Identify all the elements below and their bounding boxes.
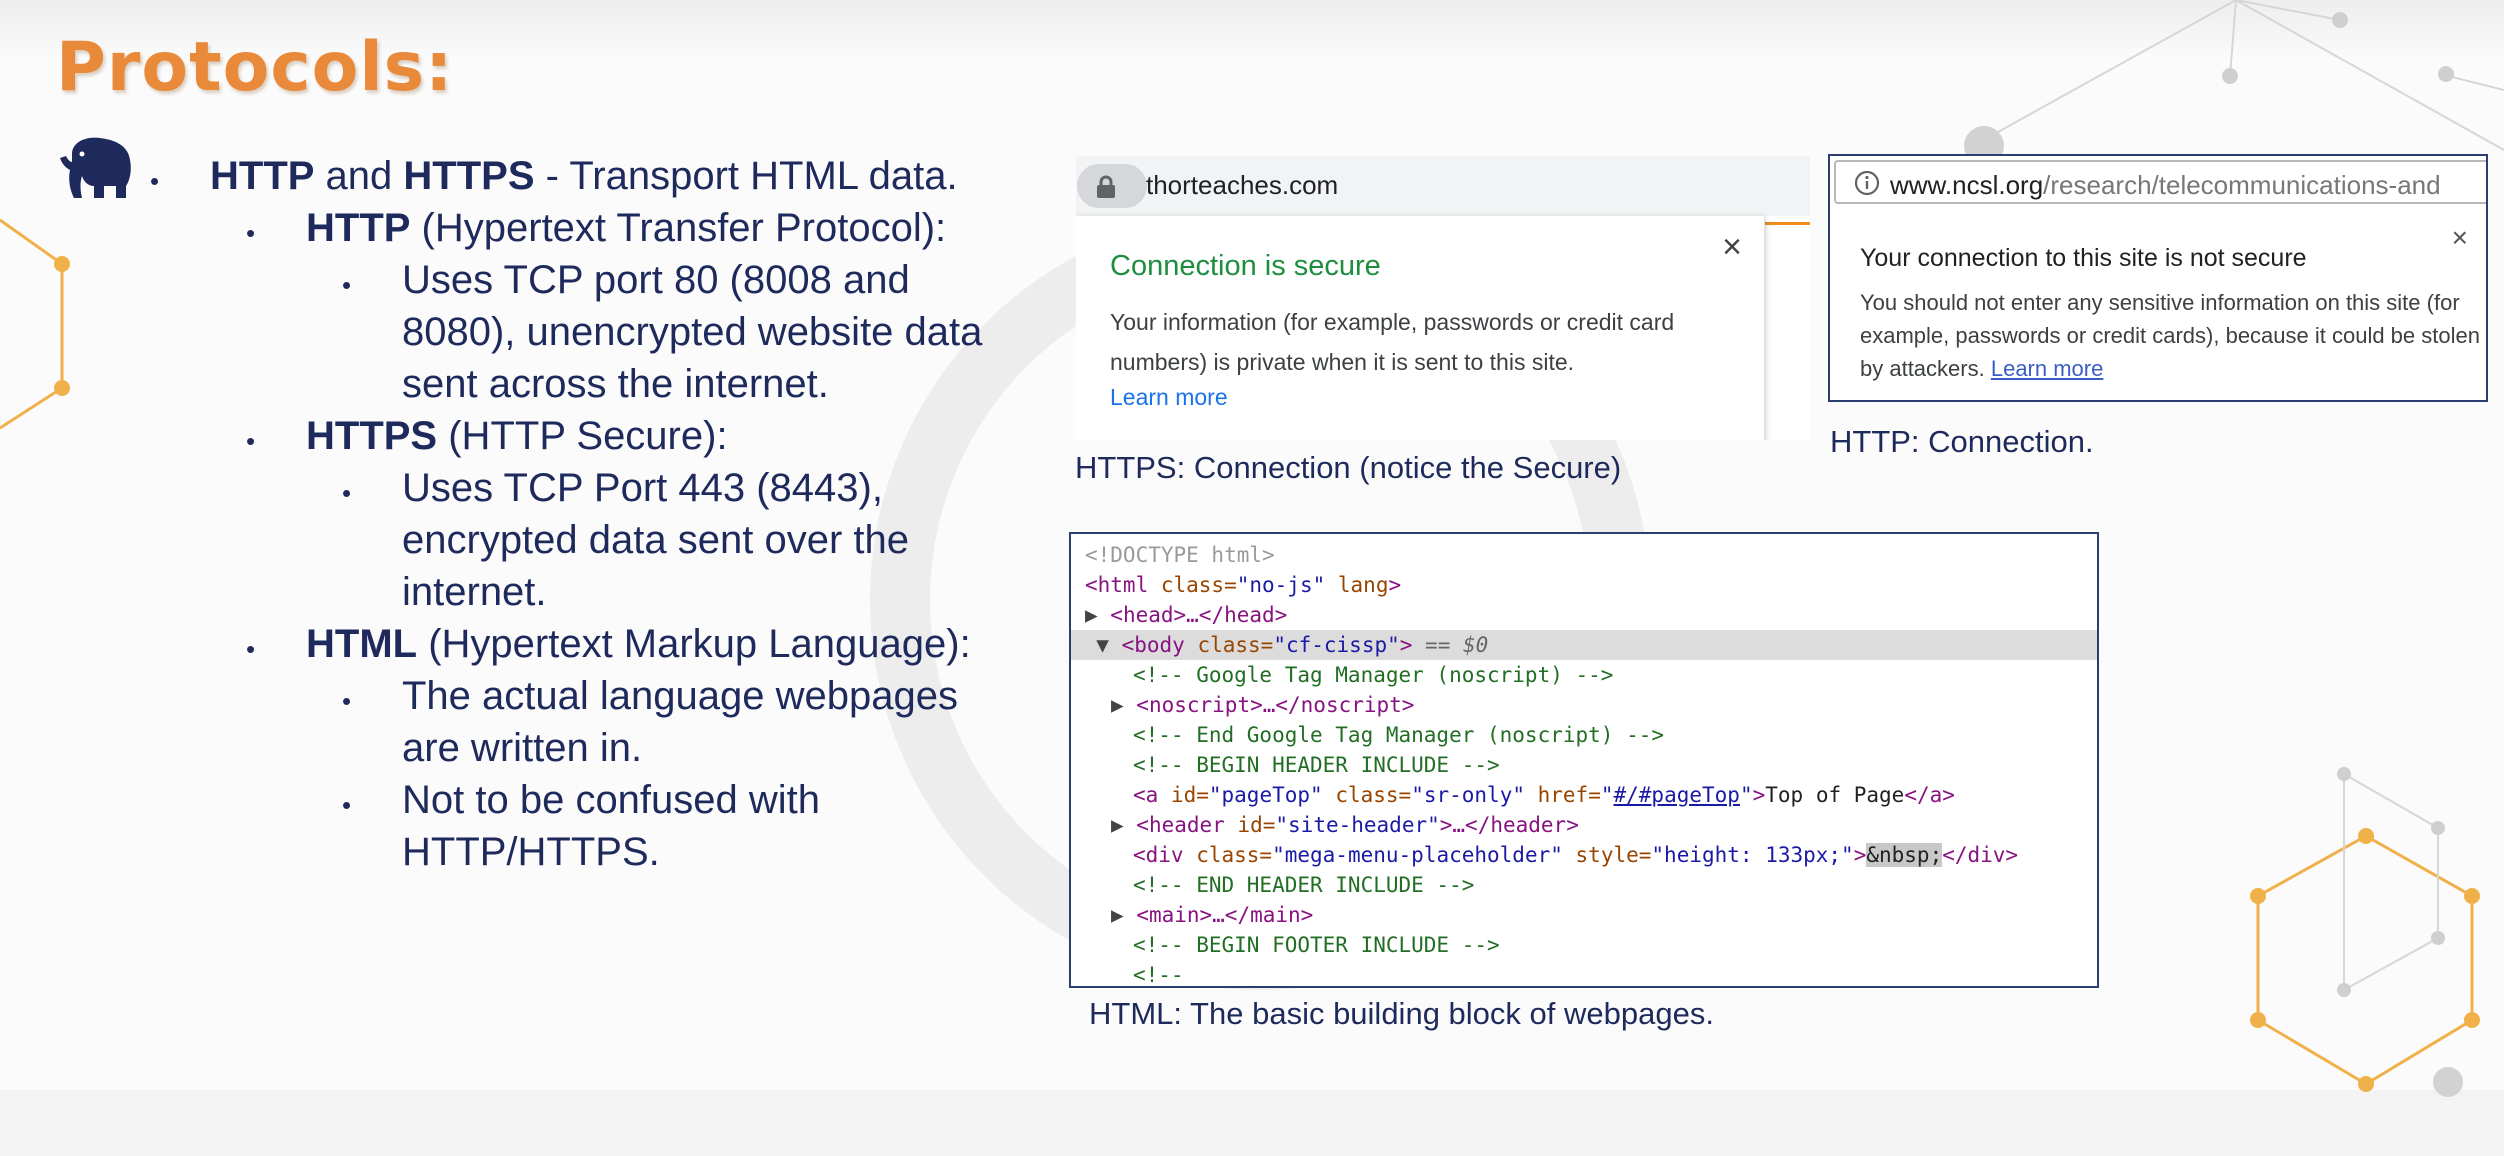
bullet-http-detail-line: 8080), unencrypted website data [402, 310, 983, 354]
expand-triangle-icon: ▶ [1085, 603, 1111, 627]
bullet-text: - Transport HTML data. [534, 154, 958, 198]
code-line: <!-- BEGIN HEADER INCLUDE --> [1133, 753, 1500, 777]
info-icon[interactable] [1854, 170, 1880, 196]
html-caption: HTML: The basic building block of webpag… [1089, 996, 1714, 1031]
https-caption: HTTPS: Connection (notice the Secure) [1075, 450, 1622, 485]
bullet-dot: • [150, 166, 160, 196]
bullet-text: (HTTP Secure): [437, 414, 728, 458]
bullet-html-note-line: HTTP/HTTPS. [402, 830, 660, 874]
address-bar: thorteaches.com [1076, 156, 1810, 216]
code-line: <!-- [1133, 963, 1184, 987]
code-line: <div class="mega-menu-placeholder" style… [1133, 843, 2019, 867]
bullet-html: HTML (Hypertext Markup Language): [306, 618, 971, 670]
bullet-html-detail-line: are written in. [402, 726, 643, 770]
code-line[interactable]: ▶ <noscript>…</noscript> [1111, 690, 1414, 720]
code-line[interactable]: ▶ <main>…</main> [1111, 900, 1313, 930]
close-icon[interactable]: × [1722, 228, 1742, 267]
collapse-triangle-icon: ▼ [1071, 633, 1122, 657]
http-screenshot: www.ncsl.org/research/telecommunications… [1828, 154, 2488, 402]
bullet-dot: • [342, 790, 352, 820]
slide-title: Protocols: [56, 28, 454, 107]
expand-triangle-icon: ▶ [1111, 693, 1137, 717]
bullet-bold: HTML [306, 622, 418, 666]
bullet-http-detail-line: Uses TCP port 80 (8008 and [402, 258, 910, 302]
bullet-dot: • [342, 686, 352, 716]
learn-more-link[interactable]: Learn more [1110, 384, 1228, 411]
code-line-selected[interactable]: ▼ <body class="cf-cissp"> == $0 [1071, 630, 2097, 660]
lock-icon [1097, 175, 1115, 198]
address-bar: www.ncsl.org/research/telecommunications… [1834, 160, 2486, 204]
bullet-dot: • [246, 218, 256, 248]
url-text[interactable]: www.ncsl.org/research/telecommunications… [1890, 170, 2441, 201]
code-line: <!-- BEGIN FOOTER INCLUDE --> [1133, 933, 1500, 957]
site-info-button[interactable] [1077, 164, 1147, 208]
bullet-dot: • [246, 426, 256, 456]
bullet-bold: HTTPS [403, 154, 535, 198]
expand-triangle-icon: ▶ [1111, 813, 1137, 837]
bullet-dot: • [246, 634, 256, 664]
bullet-bold: HTTPS [306, 414, 438, 458]
url-text[interactable]: thorteaches.com [1146, 170, 1338, 201]
bullet-html-detail-line: The actual language webpages [402, 674, 958, 718]
bullet-https-detail-line: Uses TCP Port 443 (8443), [402, 466, 883, 510]
code-line[interactable]: ▶ <header id="site-header">…</header> [1111, 810, 1579, 840]
bullet-bold: HTTP [306, 206, 411, 250]
code-line: <!-- END HEADER INCLUDE --> [1133, 873, 1475, 897]
popup-body: You should not enter any sensitive infor… [1860, 286, 2480, 385]
code-line: <!-- End Google Tag Manager (noscript) -… [1133, 723, 1665, 747]
code-line: <!DOCTYPE html> [1085, 543, 1275, 567]
bullet-bold: HTTP [210, 154, 315, 198]
bullet-text: (Hypertext Markup Language): [417, 622, 971, 666]
popup-title: Connection is secure [1110, 250, 1381, 282]
expand-triangle-icon: ▶ [1111, 903, 1137, 927]
url-path: /research/telecommunications-and [2043, 170, 2441, 200]
code-line[interactable]: ▶ <head>…</head> [1085, 600, 1287, 630]
close-icon[interactable]: × [2452, 222, 2468, 254]
popup-title: Your connection to this site is not secu… [1860, 244, 2307, 272]
code-line: <a id="pageTop" class="sr-only" href="#/… [1133, 783, 1955, 807]
code-line: <html class="no-js" lang> [1085, 573, 1402, 597]
bullet-https: HTTPS (HTTP Secure): [306, 410, 728, 462]
bullet-dot: • [342, 270, 352, 300]
connection-secure-popup: × Connection is secure Your information … [1076, 216, 1765, 440]
bullet-text: (Hypertext Transfer Protocol): [410, 206, 947, 250]
html-source-screenshot: <!DOCTYPE html> <html class="no-js" lang… [1069, 532, 2099, 988]
page-top-link[interactable]: #/#pageTop [1614, 783, 1740, 807]
elephant-logo-icon [60, 137, 131, 198]
bullet-dot: • [342, 478, 352, 508]
http-caption: HTTP: Connection. [1830, 424, 2094, 459]
url-domain: www.ncsl.org [1890, 170, 2044, 200]
tab-accent-line [1764, 222, 1810, 225]
bullet-http: HTTP (Hypertext Transfer Protocol): [306, 202, 946, 254]
https-screenshot: thorteaches.com × Connection is secure Y… [1076, 156, 1810, 440]
bullet-https-detail-line: internet. [402, 570, 547, 614]
bullet-html-note-line: Not to be confused with [402, 778, 821, 822]
popup-body: Your information (for example, passwords… [1110, 309, 1675, 375]
code-line: <!-- Google Tag Manager (noscript) --> [1133, 663, 1614, 687]
popup-body-text: You should not enter any sensitive infor… [1860, 290, 2480, 381]
learn-more-link[interactable]: Learn more [1991, 356, 2104, 381]
bullet-text: and [314, 154, 404, 198]
bullet-https-detail-line: encrypted data sent over the [402, 518, 909, 562]
bullet-http-detail-line: sent across the internet. [402, 362, 829, 406]
bullet-http-https: HTTP and HTTPS - Transport HTML data. [210, 150, 958, 202]
